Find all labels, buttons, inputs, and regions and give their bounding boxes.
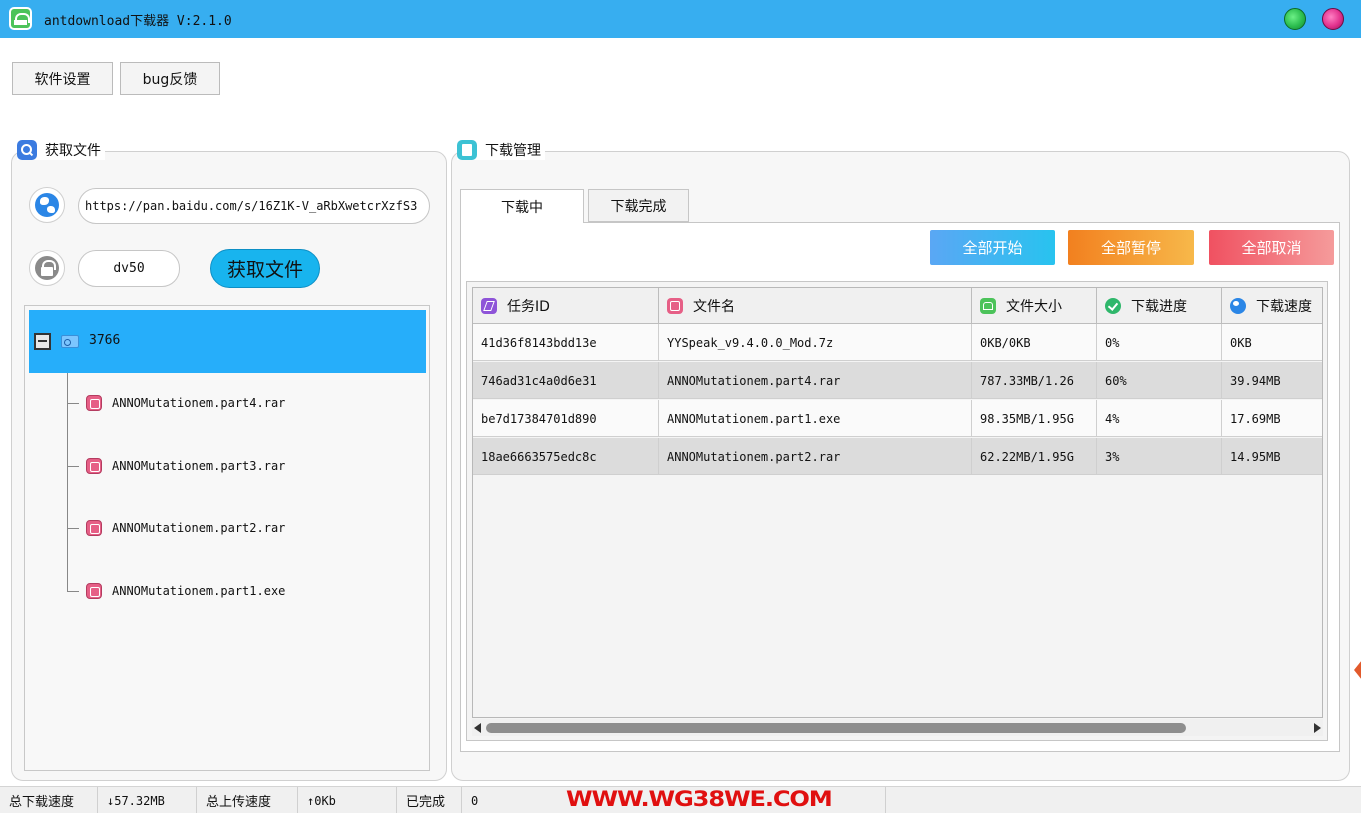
fetch-files-legend: 获取文件 [17,140,105,160]
file-icon [86,583,102,599]
column-header-task-id[interactable]: 任务ID [473,288,659,324]
download-manager-title: 下载管理 [485,143,541,159]
table-header: 任务ID 文件名 文件大小 下载进度 下载速度 [473,288,1322,324]
link-icon-holder [29,187,65,223]
cell-filesize: 62.22MB/1.95G [972,438,1097,475]
file-icon [667,298,683,314]
column-header-label: 文件大小 [1006,299,1062,315]
table-row[interactable]: 41d36f8143bdd13e YYSpeak_v9.4.0.0_Mod.7z… [473,324,1322,361]
cell-filesize: 787.33MB/1.26 [972,362,1097,399]
tree-item-label: ANNOMutationem.part4.rar [112,396,286,410]
cell-task-id: 41d36f8143bdd13e [473,324,659,361]
watermark: WWW.WG38WE.COM [566,787,833,811]
total-upload-speed-value: ↑0Kb [298,787,397,813]
cell-filename: YYSpeak_v9.4.0.0_Mod.7z [659,324,972,361]
edge-marker [1354,660,1361,680]
minimize-button[interactable] [1284,8,1306,30]
column-header-speed[interactable]: 下载速度 [1222,288,1322,324]
file-icon [86,395,102,411]
tree-item-label: ANNOMutationem.part3.rar [112,459,286,473]
cell-task-id: be7d17384701d890 [473,400,659,437]
column-header-filesize[interactable]: 文件大小 [972,288,1097,324]
tree-item-label: ANNOMutationem.part1.exe [112,584,286,598]
close-button[interactable] [1322,8,1344,30]
window-title: antdownload下载器 V:2.1.0 [44,14,232,29]
tree-branch-line [67,465,79,467]
file-tree[interactable]: 3766 ANNOMutationem.part4.rar ANNOMutati… [24,305,430,771]
column-header-label: 任务ID [507,299,550,315]
cell-progress: 60% [1097,362,1222,399]
column-header-label: 文件名 [693,299,735,315]
horizontal-scrollbar[interactable] [472,719,1323,736]
tab-downloading[interactable]: 下载中 [460,189,584,223]
download-table-frame: 任务ID 文件名 文件大小 下载进度 下载速度 41d36f8143bdd13e… [466,281,1328,741]
cell-speed: 14.95MB [1222,438,1322,475]
tree-item[interactable]: ANNOMutationem.part2.rar [67,518,285,538]
globe-icon [35,193,59,217]
table-row[interactable]: 746ad31c4a0d6e31 ANNOMutationem.part4.ra… [473,362,1322,399]
column-header-filename[interactable]: 文件名 [659,288,972,324]
share-url-input[interactable]: https://pan.baidu.com/s/16Z1K-V_aRbXwetc… [78,188,430,224]
tree-root-node[interactable]: 3766 [29,310,426,373]
android-icon [980,298,996,314]
file-icon [86,520,102,536]
scroll-right-icon[interactable] [1314,723,1321,733]
fetch-files-button[interactable]: 获取文件 [210,249,320,288]
total-download-speed-label: 总下载速度 [0,787,98,813]
cell-progress: 3% [1097,438,1222,475]
tree-branch-line [67,402,79,404]
cell-filename: ANNOMutationem.part4.rar [659,362,972,399]
tree-branch-line [67,527,79,529]
tree-root-label: 3766 [89,333,121,348]
column-header-label: 下载速度 [1256,299,1312,315]
column-header-label: 下载进度 [1131,299,1187,315]
cell-filename: ANNOMutationem.part1.exe [659,400,972,437]
download-table[interactable]: 任务ID 文件名 文件大小 下载进度 下载速度 41d36f8143bdd13e… [472,287,1323,718]
total-upload-speed-label: 总上传速度 [197,787,298,813]
pause-all-button[interactable]: 全部暂停 [1068,230,1194,265]
check-icon [1105,298,1121,314]
cell-progress: 0% [1097,324,1222,361]
tree-item-label: ANNOMutationem.part2.rar [112,521,286,535]
android-icon [9,7,32,30]
cell-speed: 39.94MB [1222,362,1322,399]
globe-icon [1230,298,1246,314]
tab-completed[interactable]: 下载完成 [588,189,689,222]
collapse-icon[interactable] [34,333,51,350]
folder-icon [61,335,79,348]
scroll-left-icon[interactable] [474,723,481,733]
download-manager-legend: 下载管理 [457,140,545,160]
search-icon [17,140,37,160]
cell-filesize: 98.35MB/1.95G [972,400,1097,437]
cell-task-id: 746ad31c4a0d6e31 [473,362,659,399]
extract-code-input[interactable]: dv50 [78,250,180,287]
completed-label: 已完成 [397,787,462,813]
file-icon [86,458,102,474]
total-download-speed-value: ↓57.32MB [98,787,197,813]
fetch-files-title: 获取文件 [45,143,101,159]
bug-feedback-button[interactable]: bug反馈 [120,62,220,95]
cancel-all-button[interactable]: 全部取消 [1209,230,1334,265]
scrollbar-thumb[interactable] [486,723,1186,733]
lock-icon [35,256,59,280]
table-row[interactable]: be7d17384701d890 ANNOMutationem.part1.ex… [473,400,1322,437]
cell-filesize: 0KB/0KB [972,324,1097,361]
table-row[interactable]: 18ae6663575edc8c ANNOMutationem.part2.ra… [473,438,1322,475]
tree-item[interactable]: ANNOMutationem.part3.rar [67,456,285,476]
password-icon-holder [29,250,65,286]
cell-task-id: 18ae6663575edc8c [473,438,659,475]
tree-item[interactable]: ANNOMutationem.part1.exe [67,581,285,601]
column-header-progress[interactable]: 下载进度 [1097,288,1222,324]
tree-item[interactable]: ANNOMutationem.part4.rar [67,393,285,413]
cell-speed: 17.69MB [1222,400,1322,437]
title-bar: antdownload下载器 V:2.1.0 [0,0,1361,38]
cell-speed: 0KB [1222,324,1322,361]
clipboard-icon [457,140,477,160]
cell-filename: ANNOMutationem.part2.rar [659,438,972,475]
cell-progress: 4% [1097,400,1222,437]
tree-branch-line [67,590,79,592]
settings-button[interactable]: 软件设置 [12,62,113,95]
edit-icon [481,298,497,314]
start-all-button[interactable]: 全部开始 [930,230,1055,265]
